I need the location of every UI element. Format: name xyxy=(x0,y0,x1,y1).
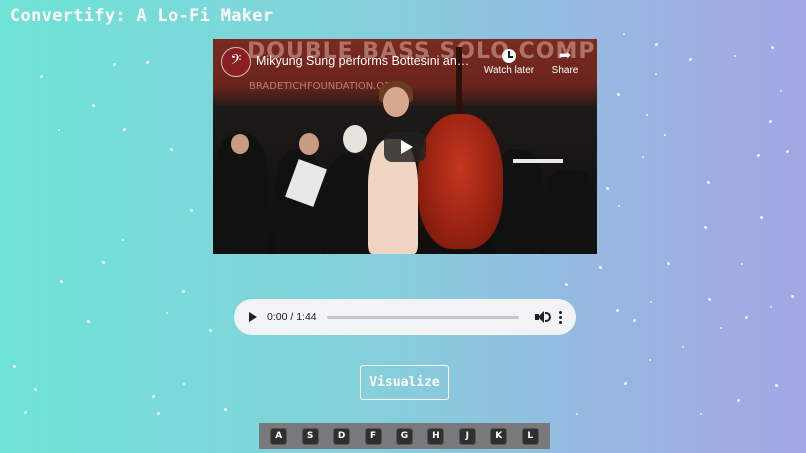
video-title[interactable]: Mikyung Sung performs Bottesini and s... xyxy=(256,54,476,68)
star-particle xyxy=(745,316,748,319)
video-scene-double-bass xyxy=(418,114,503,249)
play-icon[interactable] xyxy=(249,312,257,322)
star-particle xyxy=(786,150,789,153)
volume-icon[interactable] xyxy=(534,310,551,324)
star-particle xyxy=(650,301,652,303)
star-particle xyxy=(769,120,772,123)
star-particle xyxy=(737,399,740,402)
star-particle xyxy=(780,90,782,92)
star-particle xyxy=(170,148,173,151)
star-particle xyxy=(618,205,620,207)
star-particle xyxy=(606,187,609,190)
star-particle xyxy=(642,156,644,158)
video-scene-soloist xyxy=(383,87,409,117)
star-particle xyxy=(689,58,692,61)
star-particle xyxy=(113,63,116,66)
star-particle xyxy=(649,359,651,361)
star-particle xyxy=(122,239,124,241)
star-particle xyxy=(40,75,43,78)
star-particle xyxy=(157,412,160,415)
star-particle xyxy=(655,43,658,46)
star-particle xyxy=(224,408,227,411)
star-particle xyxy=(92,104,95,107)
key-f[interactable]: F xyxy=(364,427,382,445)
watch-later-label: Watch later xyxy=(483,65,535,76)
star-particle xyxy=(720,327,722,329)
star-particle xyxy=(616,309,619,312)
star-particle xyxy=(646,114,648,116)
visualize-button[interactable]: Visualize xyxy=(360,365,449,400)
star-particle xyxy=(655,73,657,75)
share-button[interactable]: ➦ Share xyxy=(537,47,593,76)
star-particle xyxy=(576,413,578,415)
star-particle xyxy=(775,384,778,387)
star-particle xyxy=(770,306,772,308)
star-particle xyxy=(760,216,763,219)
star-particle xyxy=(146,61,149,64)
star-particle xyxy=(87,320,90,323)
star-particle xyxy=(757,154,760,157)
star-particle xyxy=(209,329,212,332)
star-particle xyxy=(707,181,710,184)
star-particle xyxy=(123,128,126,131)
video-banner-url: BRADETICHFOUNDATION.ORG xyxy=(249,81,399,92)
star-particle xyxy=(182,290,185,293)
star-particle xyxy=(791,295,794,298)
key-d[interactable]: D xyxy=(333,427,351,445)
clock-icon xyxy=(481,47,537,65)
star-particle xyxy=(734,55,736,57)
video-scene-musician xyxy=(543,169,597,254)
bass-clef-icon[interactable]: 𝄢 xyxy=(221,47,251,77)
star-particle xyxy=(664,134,666,136)
star-particle xyxy=(60,280,63,283)
key-j[interactable]: J xyxy=(458,427,476,445)
share-icon: ➦ xyxy=(558,47,572,64)
star-particle xyxy=(667,262,670,265)
star-particle xyxy=(708,298,711,301)
video-embed[interactable]: DOUBLE BASS SOLO COMPETITION BRADETICHFO… xyxy=(213,39,597,254)
star-particle xyxy=(102,261,105,264)
star-particle xyxy=(633,319,636,322)
star-particle xyxy=(700,413,702,415)
audio-time: 0:00 / 1:44 xyxy=(267,311,317,323)
star-particle xyxy=(623,33,625,35)
star-particle xyxy=(24,411,27,414)
star-particle xyxy=(152,395,155,398)
star-particle xyxy=(599,266,602,269)
key-l[interactable]: L xyxy=(521,427,539,445)
star-particle xyxy=(190,209,193,212)
star-particle xyxy=(741,263,743,265)
star-particle xyxy=(34,388,37,391)
watch-later-button[interactable]: Watch later xyxy=(481,47,537,76)
star-particle xyxy=(166,312,168,314)
app-title: Convertify: A Lo-Fi Maker xyxy=(10,6,274,26)
star-particle xyxy=(183,383,185,385)
video-scene-musician xyxy=(343,125,367,153)
star-particle xyxy=(771,46,774,49)
audio-player[interactable]: 0:00 / 1:44 xyxy=(234,299,576,335)
more-vert-icon[interactable] xyxy=(558,310,563,324)
key-h[interactable]: H xyxy=(427,427,445,445)
star-particle xyxy=(624,382,627,385)
share-label: Share xyxy=(551,65,579,76)
video-play-button[interactable] xyxy=(384,132,426,162)
star-particle xyxy=(617,93,620,96)
video-scene-musician xyxy=(299,133,319,155)
star-particle xyxy=(58,129,60,131)
star-particle xyxy=(13,365,16,368)
key-g[interactable]: G xyxy=(395,427,413,445)
star-particle xyxy=(565,283,568,286)
key-k[interactable]: K xyxy=(490,427,508,445)
star-particle xyxy=(682,346,684,348)
key-s[interactable]: S xyxy=(301,427,319,445)
video-scene-stand xyxy=(513,159,563,163)
star-particle xyxy=(704,226,707,229)
key-bar: ASDFGHJKL xyxy=(259,423,550,449)
key-a[interactable]: A xyxy=(270,427,288,445)
video-scene-musician xyxy=(231,134,249,154)
audio-seek-bar[interactable] xyxy=(326,315,519,319)
